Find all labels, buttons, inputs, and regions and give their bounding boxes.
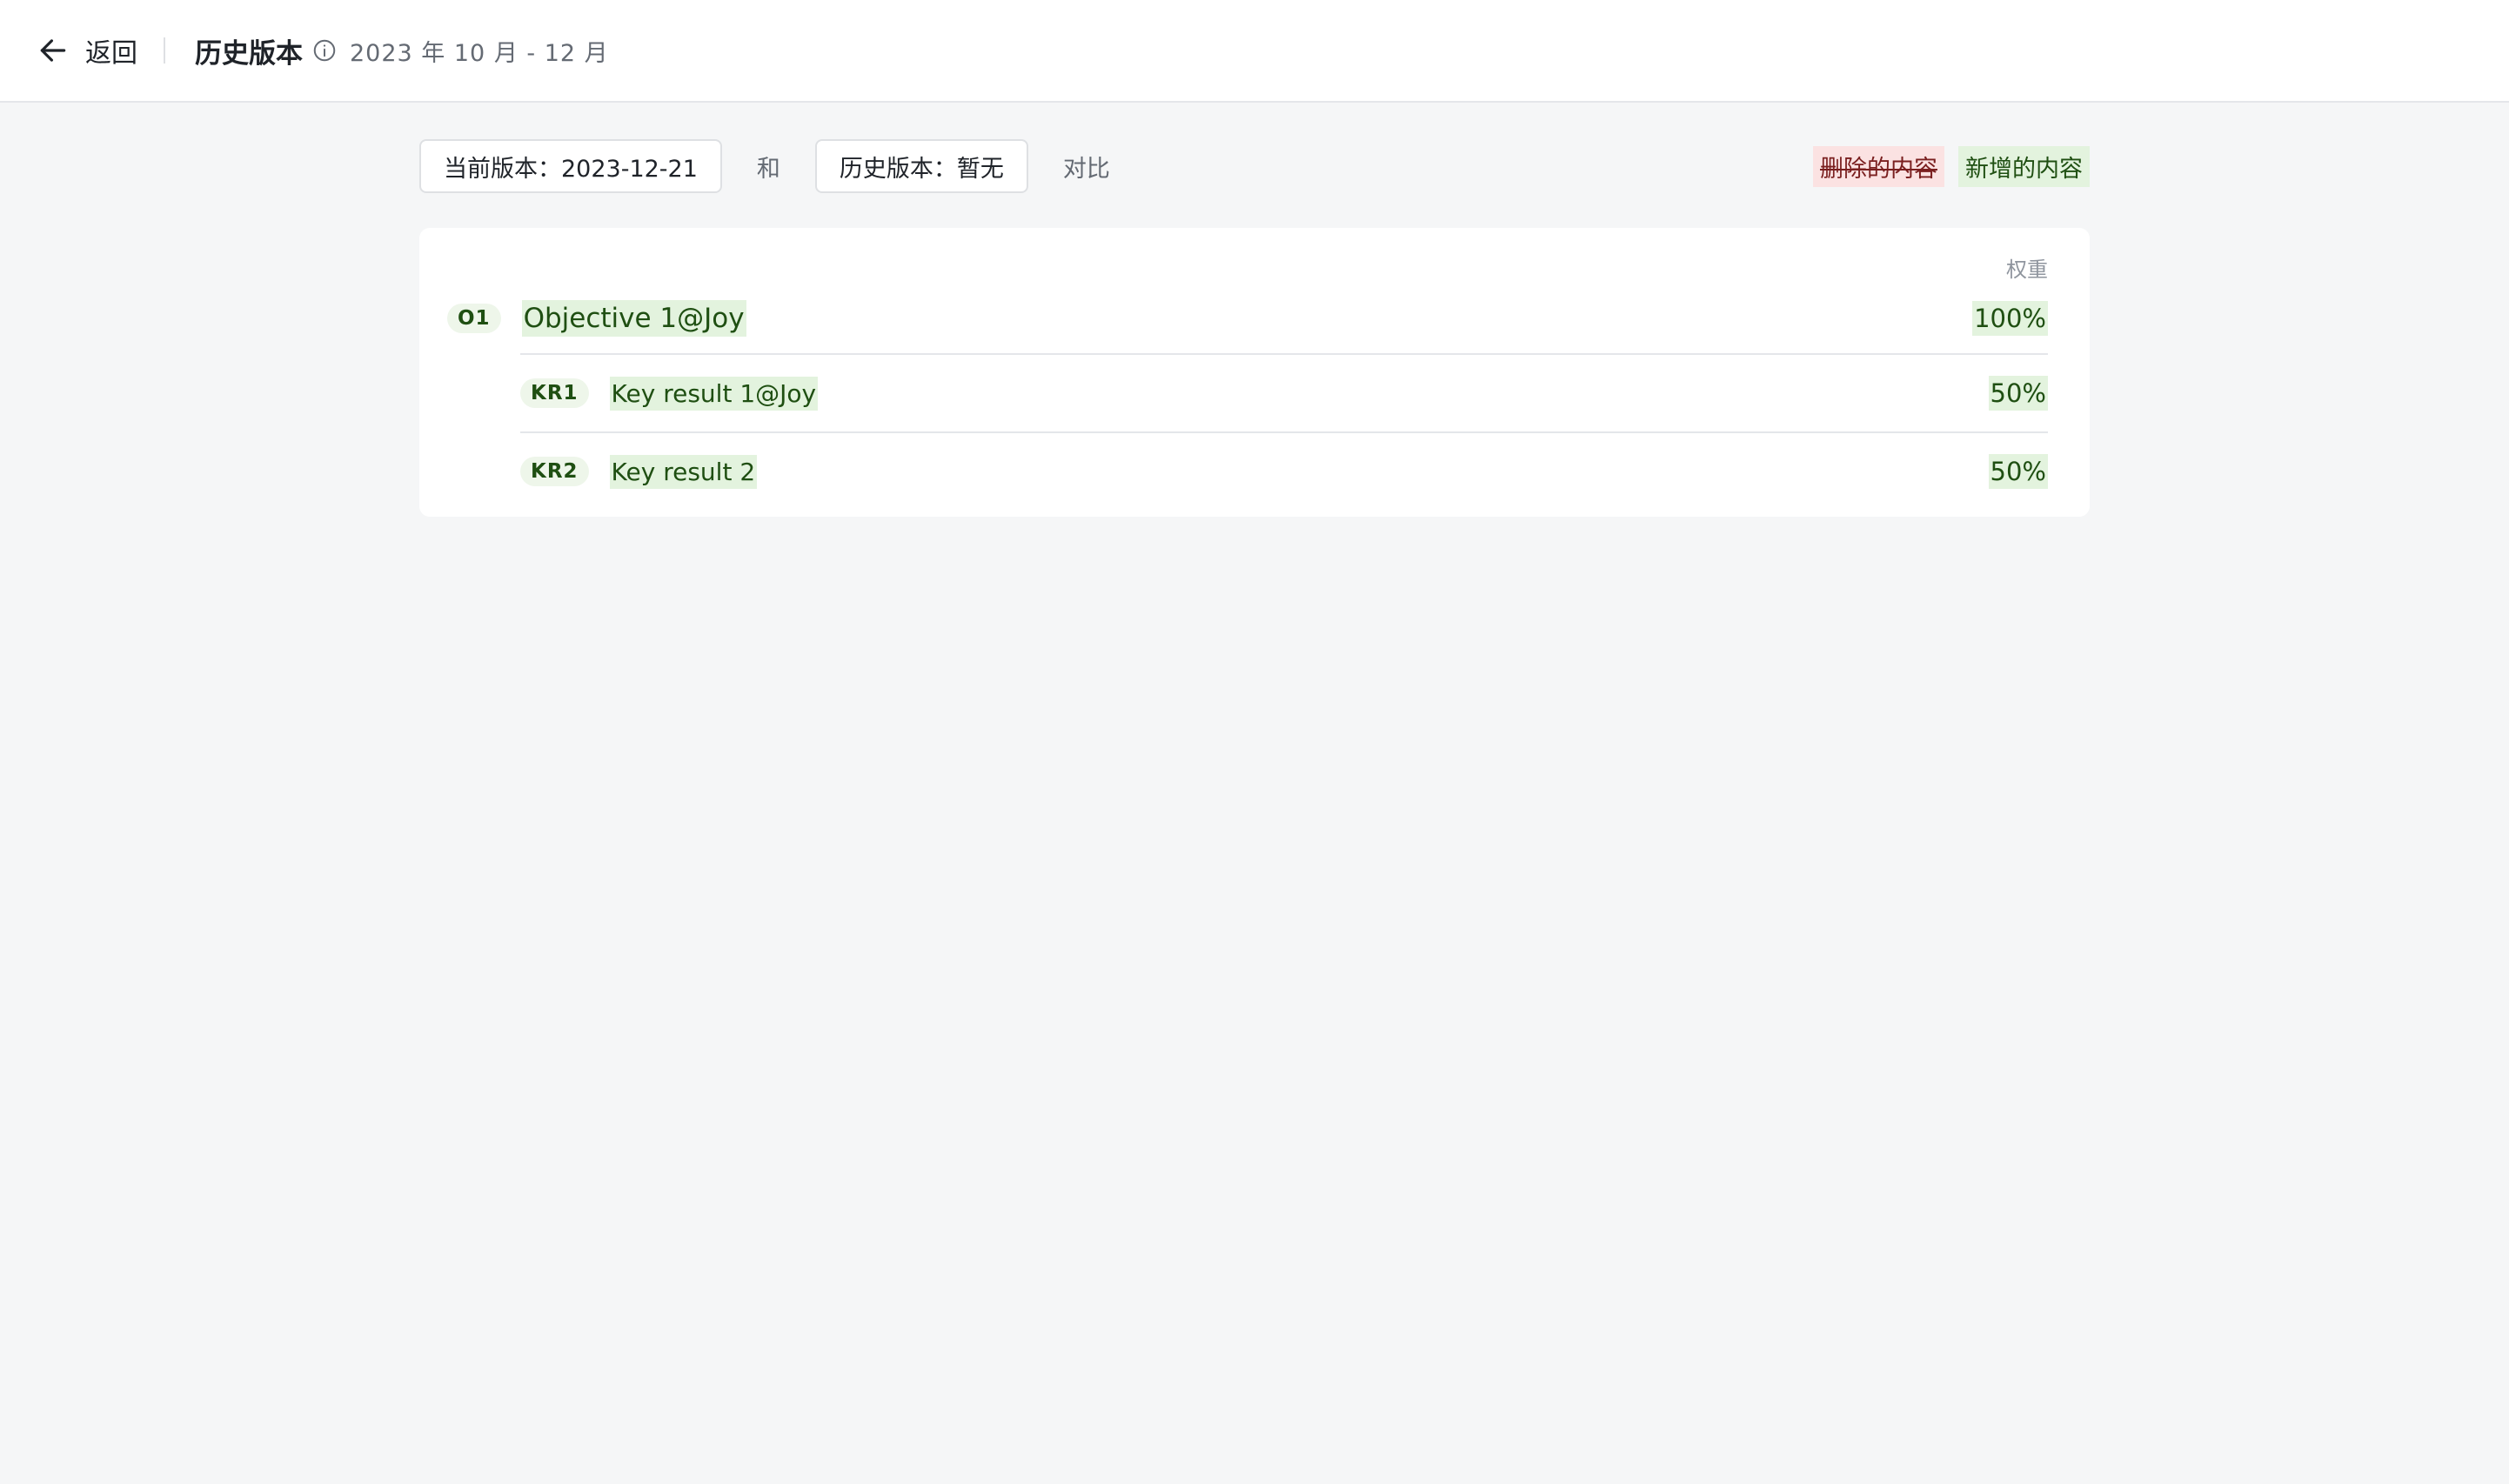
key-result-title: Key result 2 bbox=[609, 454, 758, 489]
key-result-weight: 50% bbox=[1988, 454, 2048, 489]
compare-bar: 当前版本：2023-12-21 和 历史版本：暂无 对比 删除的内容 新增的内容 bbox=[419, 139, 2090, 193]
key-result-row: KR1 Key result 1@Joy 50% bbox=[520, 353, 2048, 431]
compare-button[interactable]: 对比 bbox=[1063, 150, 1110, 184]
key-result-badge: KR2 bbox=[520, 457, 589, 486]
back-button[interactable]: 返回 bbox=[37, 31, 137, 70]
current-version-select[interactable]: 当前版本：2023-12-21 bbox=[419, 139, 722, 193]
key-result-title: Key result 1@Joy bbox=[609, 376, 819, 411]
period-label: 2023 年 10 月 - 12 月 bbox=[350, 39, 609, 67]
back-label: 返回 bbox=[85, 38, 137, 69]
weight-column-header: 权重 bbox=[2006, 257, 2048, 282]
objective-row: O1 Objective 1@Joy 100% bbox=[447, 287, 2048, 350]
header-divider bbox=[164, 37, 165, 64]
key-result-row: KR2 Key result 2 50% bbox=[520, 431, 2048, 510]
top-header: 返回 历史版本 2023 年 10 月 - 12 月 bbox=[0, 0, 2509, 103]
info-circle-icon[interactable] bbox=[311, 37, 338, 64]
objective-weight: 100% bbox=[1972, 301, 2048, 336]
current-version-label: 当前版本：2023-12-21 bbox=[444, 155, 698, 183]
history-version-select[interactable]: 历史版本：暂无 bbox=[814, 139, 1028, 193]
key-result-weight: 50% bbox=[1988, 376, 2048, 411]
page-title: 历史版本 bbox=[195, 37, 303, 70]
diff-legend: 删除的内容 新增的内容 bbox=[1813, 145, 2090, 187]
arrow-left-icon bbox=[40, 39, 66, 62]
key-result-badge: KR1 bbox=[520, 378, 589, 408]
and-label: 和 bbox=[756, 155, 780, 183]
objective-badge: O1 bbox=[447, 304, 501, 333]
history-version-label: 历史版本：暂无 bbox=[839, 155, 1004, 183]
legend-deleted: 删除的内容 bbox=[1813, 145, 1944, 187]
okr-card: 权重 O1 Objective 1@Joy 100% KR1 Key resul… bbox=[419, 228, 2090, 517]
legend-added: 新增的内容 bbox=[1958, 145, 2090, 187]
objective-title: Objective 1@Joy bbox=[521, 300, 746, 337]
